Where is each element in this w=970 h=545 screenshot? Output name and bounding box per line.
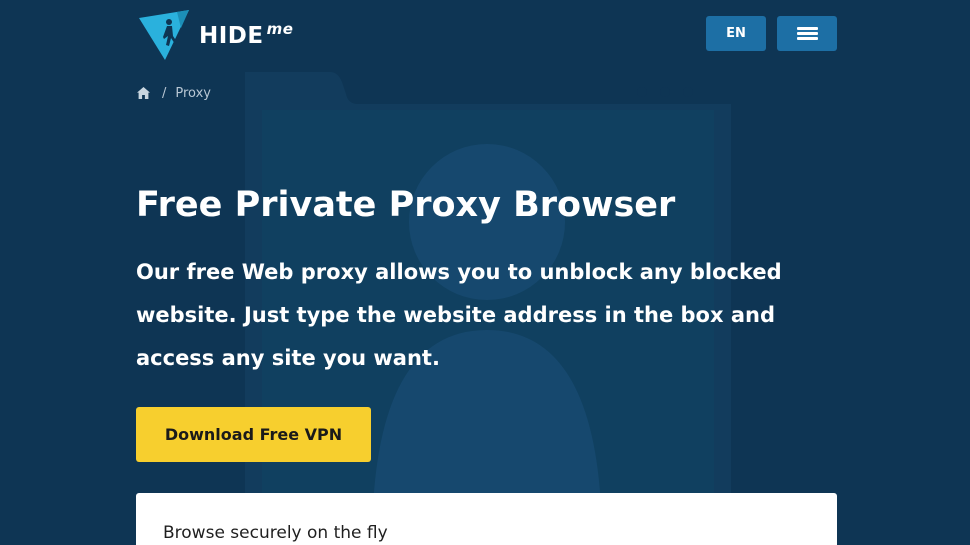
breadcrumb-current[interactable]: Proxy <box>175 86 211 101</box>
logo-text: HIDE <box>199 23 264 49</box>
breadcrumb: / Proxy <box>137 84 211 102</box>
home-icon[interactable] <box>137 87 150 99</box>
language-label: EN <box>726 26 746 41</box>
card-title: Browse securely on the fly <box>163 523 388 543</box>
breadcrumb-separator: / <box>162 85 167 101</box>
page: HIDE me EN / Proxy Free Private Proxy Br… <box>0 0 970 545</box>
proxy-browse-card: Browse securely on the fly <box>136 493 837 545</box>
menu-button[interactable] <box>777 16 837 51</box>
hide-me-logo-icon <box>139 10 189 60</box>
page-title: Free Private Proxy Browser <box>136 185 676 225</box>
logo-suffix: me <box>266 20 294 38</box>
language-button[interactable]: EN <box>706 16 766 51</box>
logo-wordmark: HIDE me <box>199 20 294 49</box>
hamburger-icon <box>796 27 818 40</box>
hide-me-logo[interactable]: HIDE me <box>137 8 293 62</box>
hero-description: Our free Web proxy allows you to unblock… <box>136 260 782 370</box>
download-vpn-button[interactable]: Download Free VPN <box>136 407 371 462</box>
